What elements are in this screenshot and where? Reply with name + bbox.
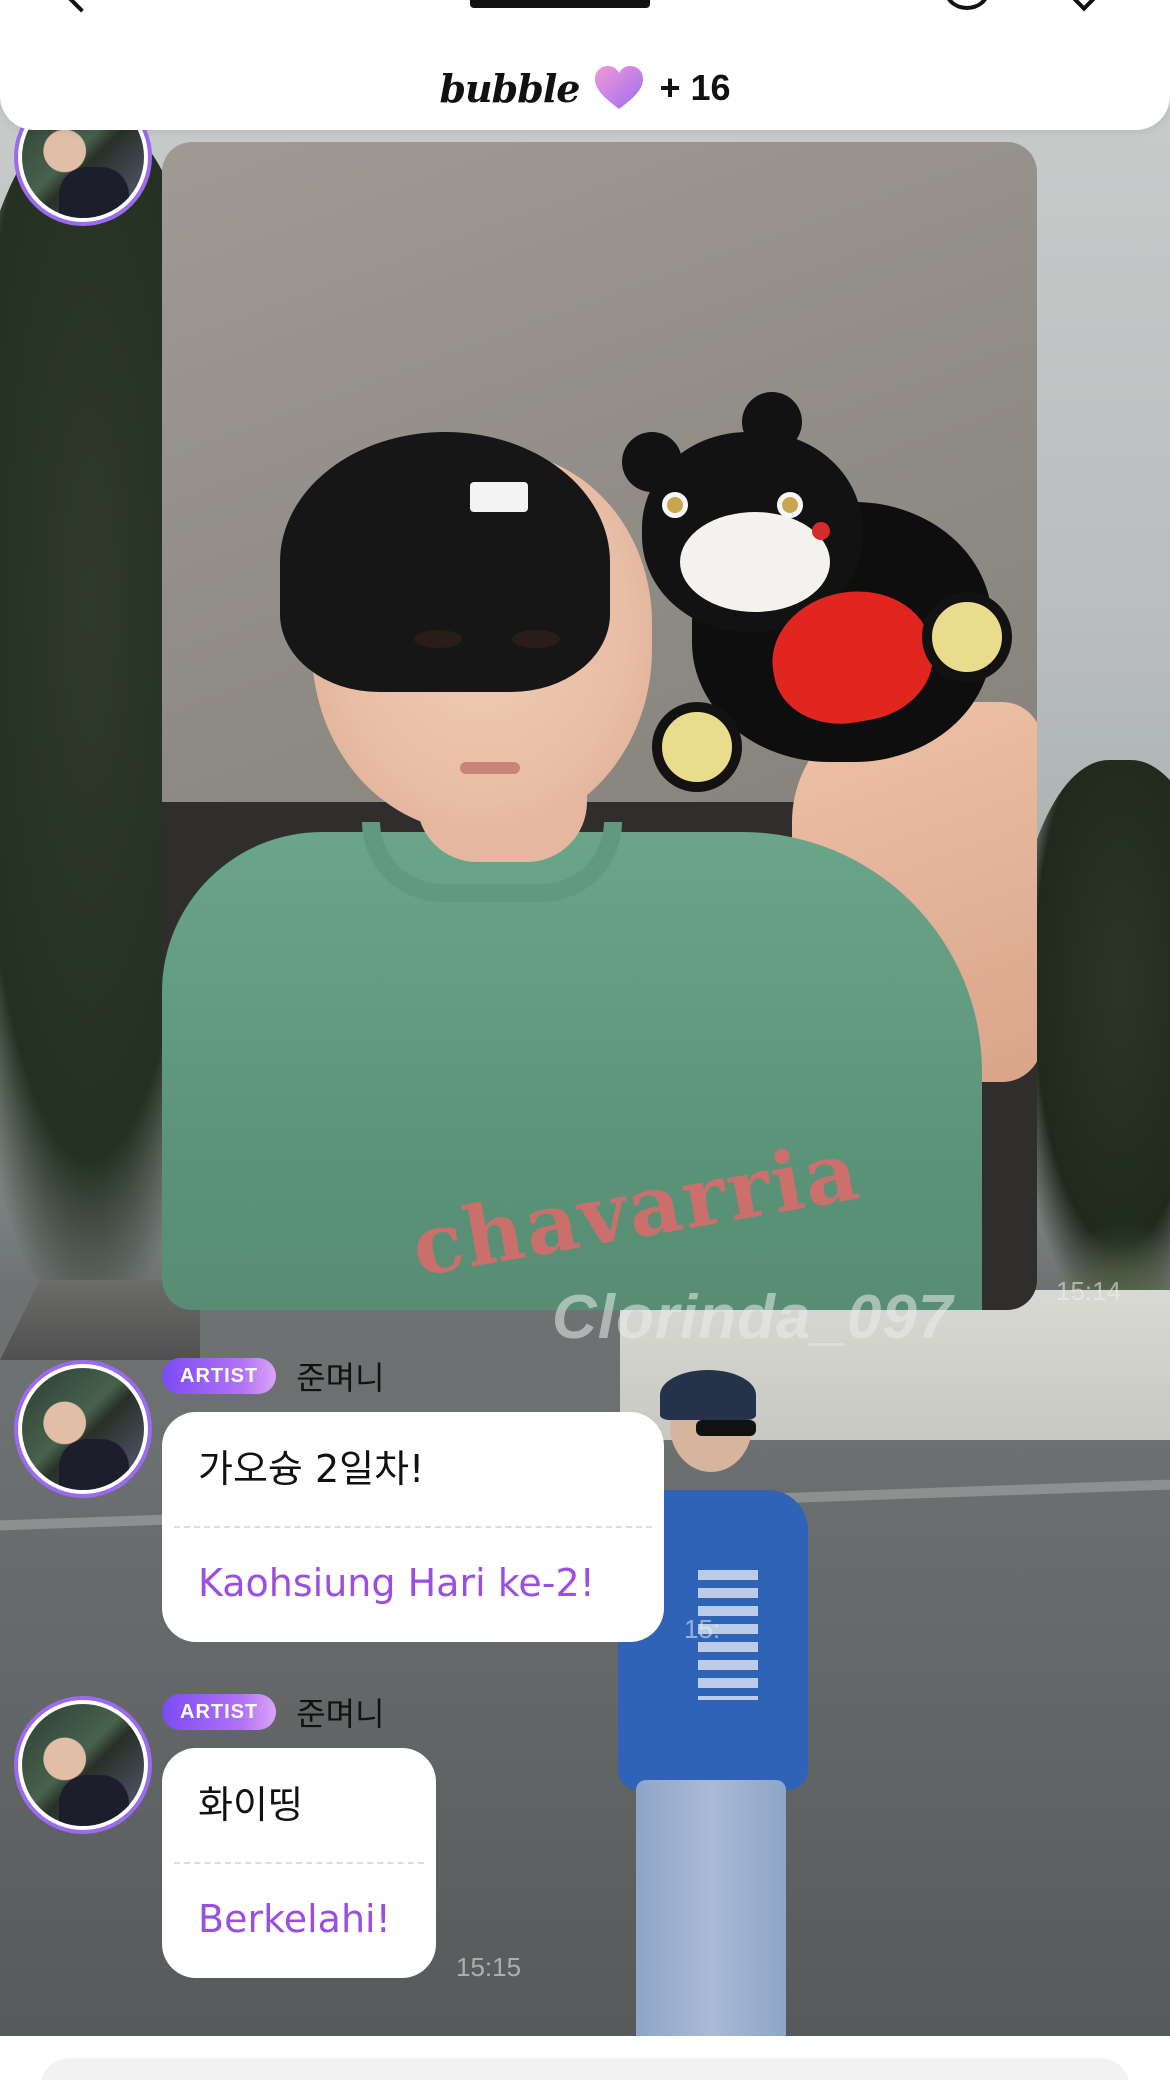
message-text: 화이띵: [198, 1783, 303, 1827]
chat-header: bubble + 16: [0, 0, 1170, 130]
message-translation: Kaohsiung Hari ke-2!: [198, 1561, 595, 1605]
artist-badge: ARTIST: [162, 1694, 277, 1730]
sender-name: 준며니: [296, 1695, 385, 1733]
message-bubble[interactable]: 가오슝 2일차! Kaohsiung Hari ke-2!: [162, 1412, 664, 1642]
photo-message-image[interactable]: chavarria: [162, 142, 1037, 1310]
menu-icon[interactable]: [1072, 0, 1096, 12]
message-bubble[interactable]: 화이띵 Berkelahi!: [162, 1748, 436, 1978]
artist-avatar[interactable]: [14, 1360, 152, 1498]
photo-message-time: 15:14: [1056, 1276, 1122, 1306]
artist-badge: ARTIST: [162, 1358, 277, 1394]
bubble-logo: bubble: [439, 65, 580, 111]
bubble-count-bar[interactable]: bubble + 16: [0, 58, 1170, 118]
sender-name: 준며니: [296, 1359, 385, 1397]
message-sender-row: ARTIST 준며니: [162, 1356, 385, 1397]
artist-avatar[interactable]: [14, 1696, 152, 1834]
message-text: 가오슝 2일차!: [198, 1447, 425, 1491]
chat-title-clipped: [470, 0, 650, 8]
heart-icon: [593, 65, 645, 111]
message-time: 15:: [684, 1614, 721, 1644]
back-icon[interactable]: [65, 0, 97, 13]
watermark-text: Clorinda_097: [552, 1283, 954, 1352]
message-sender-row: ARTIST 준며니: [162, 1692, 385, 1733]
bubble-count: + 16: [659, 67, 731, 108]
plush-bear-graphic: [622, 392, 1037, 812]
message-input-area[interactable]: [40, 2058, 1130, 2080]
search-icon[interactable]: [944, 0, 990, 10]
message-translation: Berkelahi!: [198, 1897, 391, 1941]
message-time: 15:15: [456, 1952, 522, 1982]
